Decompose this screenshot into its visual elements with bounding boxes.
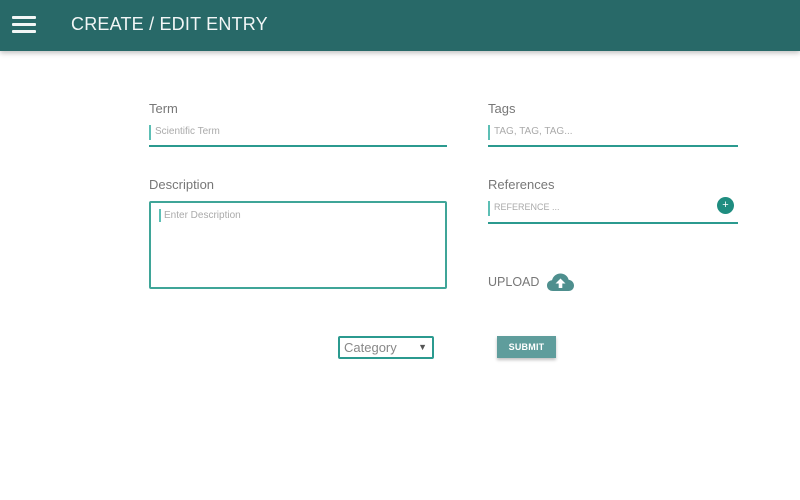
text-caret — [159, 209, 161, 222]
tags-placeholder: TAG, TAG, TAG... — [494, 126, 573, 137]
tags-input[interactable]: TAG, TAG, TAG... — [488, 119, 738, 147]
references-input[interactable]: REFERENCE ... + — [488, 196, 738, 224]
term-input[interactable]: Scientific Term — [149, 119, 447, 147]
text-caret — [488, 125, 490, 140]
text-caret — [488, 201, 490, 216]
app-bar: CREATE / EDIT ENTRY — [0, 0, 800, 51]
description-label: Description — [149, 177, 215, 192]
hamburger-menu-icon[interactable] — [12, 16, 36, 34]
term-label: Term — [149, 101, 178, 116]
description-textarea[interactable]: Enter Description — [149, 201, 447, 289]
term-placeholder: Scientific Term — [155, 126, 220, 137]
submit-button[interactable]: SUBMIT — [497, 336, 556, 358]
page-title: CREATE / EDIT ENTRY — [71, 14, 268, 34]
cloud-upload-icon — [547, 273, 575, 291]
category-select[interactable]: Category ▼ — [338, 336, 434, 359]
references-label: References — [488, 177, 555, 192]
upload-label: UPLOAD — [488, 275, 540, 289]
add-reference-button[interactable]: + — [717, 197, 734, 214]
tags-label: Tags — [488, 101, 516, 116]
upload-button[interactable]: UPLOAD — [488, 270, 575, 294]
references-placeholder: REFERENCE ... — [494, 202, 560, 212]
category-selected-value: Category — [344, 340, 397, 355]
plus-icon: + — [722, 199, 729, 211]
description-placeholder: Enter Description — [164, 210, 241, 221]
text-caret — [149, 125, 151, 140]
chevron-down-icon: ▼ — [418, 342, 427, 352]
